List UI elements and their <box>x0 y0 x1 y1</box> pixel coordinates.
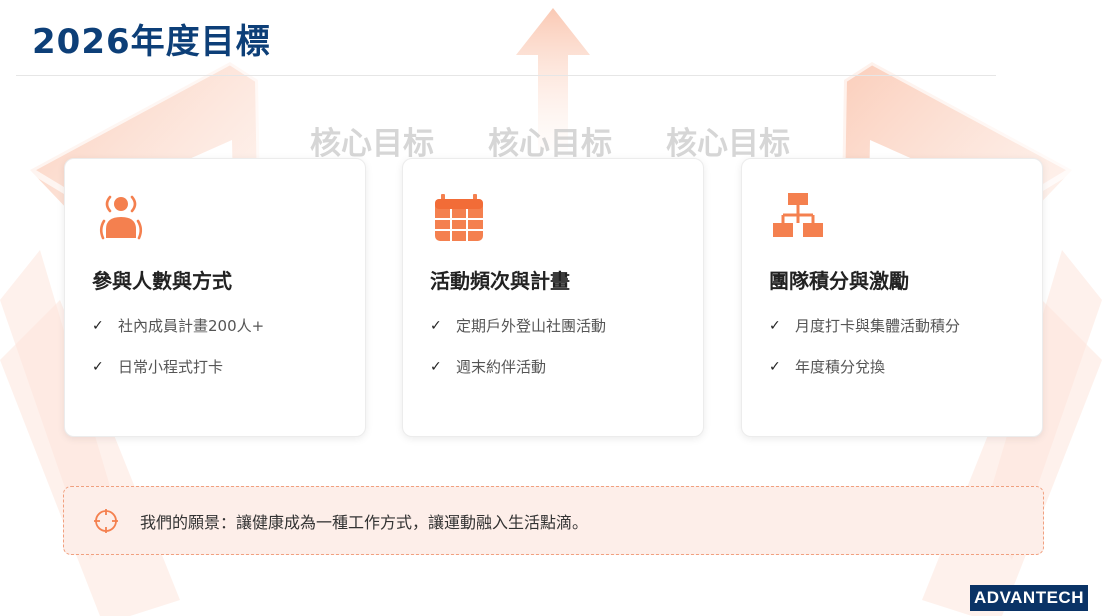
list-item-text: 週末約伴活動 <box>456 358 547 376</box>
watermark-word: 核心目标 <box>666 126 790 162</box>
list-item: ✓ 日常小程式打卡 <box>92 356 264 377</box>
advantech-logo: ADVANTECH <box>970 585 1088 611</box>
check-icon: ✓ <box>92 358 104 375</box>
list-item: ✓ 週末約伴活動 <box>430 356 606 377</box>
card-title: 活動頻次與計畫 <box>430 269 570 293</box>
list-item-text: 社內成員計畫200人+ <box>118 317 265 335</box>
list-item: ✓ 月度打卡與集體活動積分 <box>769 315 960 336</box>
watermark-word: 核心目标 <box>488 126 612 162</box>
title-divider <box>16 75 996 76</box>
check-icon: ✓ <box>92 317 104 334</box>
check-icon: ✓ <box>430 317 442 334</box>
list-item-text: 日常小程式打卡 <box>118 358 224 376</box>
card-title: 團隊積分與激勵 <box>769 269 909 293</box>
card-list: ✓ 定期戶外登山社團活動 ✓ 週末約伴活動 <box>430 315 606 397</box>
check-icon: ✓ <box>430 358 442 375</box>
goal-card-team-points: 團隊積分與激勵 ✓ 月度打卡與集體活動積分 ✓ 年度積分兌換 <box>741 158 1043 437</box>
card-title: 參與人數與方式 <box>92 269 232 293</box>
list-item-text: 年度積分兌換 <box>795 358 886 376</box>
watermark: 核心目标 核心目标 核心目标 <box>310 118 844 163</box>
card-list: ✓ 社內成員計畫200人+ ✓ 日常小程式打卡 <box>92 315 264 397</box>
page-title: 2026年度目標 <box>32 22 271 62</box>
calendar-icon <box>435 194 483 241</box>
list-item: ✓ 定期戶外登山社團活動 <box>430 315 606 336</box>
goal-card-participation: 參與人數與方式 ✓ 社內成員計畫200人+ ✓ 日常小程式打卡 <box>64 158 366 437</box>
check-icon: ✓ <box>769 317 781 334</box>
goal-card-activities: 活動頻次與計畫 ✓ 定期戶外登山社團活動 ✓ 週末約伴活動 <box>402 158 704 437</box>
vision-text: 我們的願景：讓健康成為一種工作方式，讓運動融入生活點滴。 <box>140 512 589 532</box>
vision-banner: 我們的願景：讓健康成為一種工作方式，讓運動融入生活點滴。 <box>63 486 1044 555</box>
target-icon <box>94 508 118 533</box>
card-list: ✓ 月度打卡與集體活動積分 ✓ 年度積分兌換 <box>769 315 960 397</box>
check-icon: ✓ <box>769 358 781 375</box>
list-item: ✓ 年度積分兌換 <box>769 356 960 377</box>
org-chart-icon <box>773 193 823 237</box>
list-item-text: 月度打卡與集體活動積分 <box>795 317 961 335</box>
list-item-text: 定期戶外登山社團活動 <box>456 317 607 335</box>
watermark-word: 核心目标 <box>310 126 434 162</box>
list-item: ✓ 社內成員計畫200人+ <box>92 315 264 336</box>
person-broadcast-icon <box>99 195 143 240</box>
